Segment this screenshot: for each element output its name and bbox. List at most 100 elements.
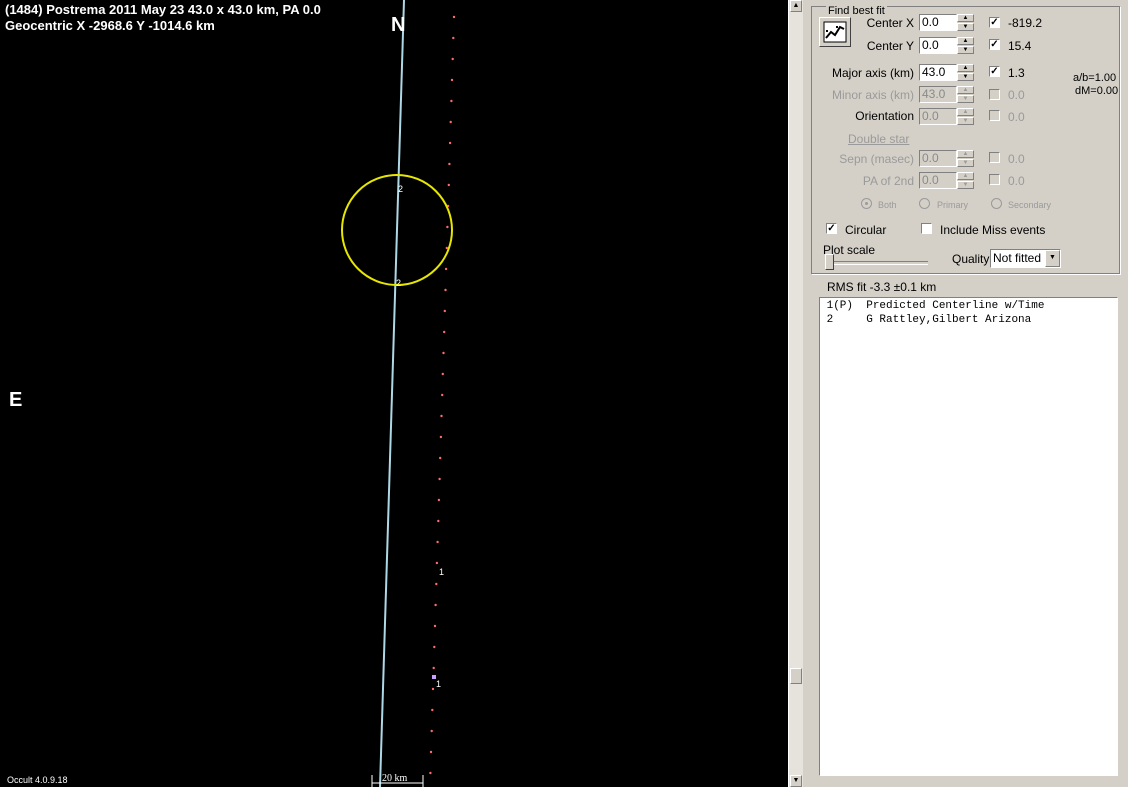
path-dot xyxy=(443,309,446,313)
path-dot xyxy=(432,666,435,670)
center-x-spinner[interactable]: 0.0 ▲ ▼ xyxy=(919,14,974,31)
spin-down-icon[interactable]: ▼ xyxy=(957,46,974,54)
spin-down-icon: ▼ xyxy=(957,117,974,125)
occultation-plot[interactable]: (1484) Postrema 2011 May 23 43.0 x 43.0 … xyxy=(0,0,788,787)
path-dot xyxy=(442,351,445,355)
sepn-checkbox xyxy=(989,152,1000,163)
event-number: 2 xyxy=(820,314,854,326)
major-axis-checkbox[interactable]: ✓ xyxy=(989,66,1000,77)
predicted-label-2: 1 xyxy=(436,679,442,689)
minor-axis-label: Minor axis (km) xyxy=(831,88,914,102)
sepn-spinner: 0.0 ▲ ▼ xyxy=(919,150,974,167)
spin-down-icon: ▼ xyxy=(957,181,974,189)
plot-title: (1484) Postrema 2011 May 23 43.0 x 43.0 … xyxy=(5,2,321,17)
minor-axis-input: 43.0 xyxy=(919,86,957,103)
major-axis-spinner[interactable]: 43.0 ▲ ▼ xyxy=(919,64,974,81)
path-dot xyxy=(433,645,436,649)
plot-scale-slider[interactable] xyxy=(825,254,834,270)
path-dot xyxy=(449,120,452,124)
radio-both xyxy=(861,198,872,209)
rms-fit: RMS fit -3.3 ±0.1 km xyxy=(827,280,937,294)
sepn-label: Sepn (masec) xyxy=(839,152,914,166)
ab-ratio: a/b=1.00 xyxy=(1073,72,1117,84)
scroll-down-button[interactable]: ▼ xyxy=(790,775,802,787)
spin-down-icon[interactable]: ▼ xyxy=(957,73,974,81)
list-item[interactable]: 2 G Rattley,Gilbert Arizona xyxy=(820,314,1032,326)
panel-scrollbar[interactable]: ▲ ▼ xyxy=(788,0,803,787)
scroll-up-button[interactable]: ▲ xyxy=(790,0,802,12)
path-dot xyxy=(448,162,451,166)
path-dot xyxy=(444,267,448,271)
path-dot xyxy=(439,435,443,439)
path-dot xyxy=(450,99,453,103)
spin-down-icon[interactable]: ▼ xyxy=(957,23,974,31)
major-axis-input[interactable]: 43.0 xyxy=(919,64,957,81)
pa2-input: 0.0 xyxy=(919,172,957,189)
spin-up-icon[interactable]: ▲ xyxy=(957,64,974,72)
center-y-checkbox[interactable]: ✓ xyxy=(989,39,1000,50)
quality-value: Not fitted xyxy=(993,251,1042,265)
orientation-result: 0.0 xyxy=(1008,110,1025,124)
chord-label-top: 2 xyxy=(398,184,404,194)
spin-down-icon: ▼ xyxy=(957,159,974,167)
circular-checkbox[interactable]: ✓ xyxy=(826,223,837,234)
scroll-thumb[interactable] xyxy=(790,668,802,684)
minor-axis-spinner: 43.0 ▲ ▼ xyxy=(919,86,974,103)
path-dot xyxy=(447,183,450,187)
north-label: N xyxy=(391,14,406,36)
path-dot xyxy=(441,393,444,397)
include-miss-label: Include Miss events xyxy=(940,223,1046,237)
pa2-label: PA of 2nd xyxy=(862,174,914,188)
plot-canvas xyxy=(341,0,456,787)
path-dot xyxy=(430,729,433,733)
center-x-input[interactable]: 0.0 xyxy=(919,14,957,31)
chevron-down-icon[interactable]: ▼ xyxy=(1045,250,1060,267)
orientation-spinner: 0.0 ▲ ▼ xyxy=(919,108,974,125)
path-dot xyxy=(437,498,441,502)
version-label: Occult 4.0.9.18 xyxy=(7,775,68,785)
path-dot xyxy=(451,57,454,61)
pa2-spinner: 0.0 ▲ ▼ xyxy=(919,172,974,189)
event-list[interactable]: 1(P) Predicted Centerline w/Time 2 G Rat… xyxy=(819,297,1118,776)
plot-scale-track[interactable] xyxy=(825,261,928,265)
radio-primary xyxy=(919,198,930,209)
path-dot xyxy=(435,582,438,586)
center-y-result: 15.4 xyxy=(1008,39,1032,53)
path-dot xyxy=(441,372,444,376)
quality-label: Quality xyxy=(952,252,990,266)
path-dot xyxy=(439,456,442,460)
fit-panel: Find best fit Center X 0.0 ▲ ▼ ✓ -819.2 … xyxy=(803,0,1128,787)
center-y-label: Center Y xyxy=(866,39,914,53)
path-dot xyxy=(433,624,437,628)
chord-line xyxy=(379,0,405,787)
orientation-input: 0.0 xyxy=(919,108,957,125)
spin-up-icon[interactable]: ▲ xyxy=(957,14,974,22)
quality-select[interactable]: Not fitted ▼ xyxy=(990,249,1061,268)
spin-up-icon[interactable]: ▲ xyxy=(957,37,974,45)
center-y-input[interactable]: 0.0 xyxy=(919,37,957,54)
center-x-checkbox[interactable]: ✓ xyxy=(989,17,1000,28)
minor-axis-result: 0.0 xyxy=(1008,88,1025,102)
event-name: G Rattley,Gilbert Arizona xyxy=(866,314,1032,326)
spin-up-icon: ▲ xyxy=(957,108,974,116)
sepn-input: 0.0 xyxy=(919,150,957,167)
spin-down-icon: ▼ xyxy=(957,95,974,103)
path-dot xyxy=(438,477,441,481)
orientation-checkbox xyxy=(989,110,1000,121)
path-dot xyxy=(443,330,446,334)
path-dot xyxy=(437,519,440,523)
spin-up-icon: ▲ xyxy=(957,86,974,94)
list-item[interactable]: 1(P) Predicted Centerline w/Time xyxy=(820,300,1045,312)
chord-label-bottom: 2 xyxy=(396,278,402,288)
scale-label: 20 km xyxy=(382,773,408,784)
minor-axis-checkbox xyxy=(989,89,1000,100)
path-dot xyxy=(452,36,455,40)
path-dot xyxy=(431,687,435,691)
center-y-spinner[interactable]: 0.0 ▲ ▼ xyxy=(919,37,974,54)
pa2-result: 0.0 xyxy=(1008,174,1025,188)
path-dot xyxy=(440,414,443,418)
path-dot xyxy=(436,540,439,544)
event-number: 1(P) xyxy=(820,300,854,312)
radio-primary-label: Primary xyxy=(937,200,968,210)
include-miss-checkbox[interactable] xyxy=(921,223,932,234)
